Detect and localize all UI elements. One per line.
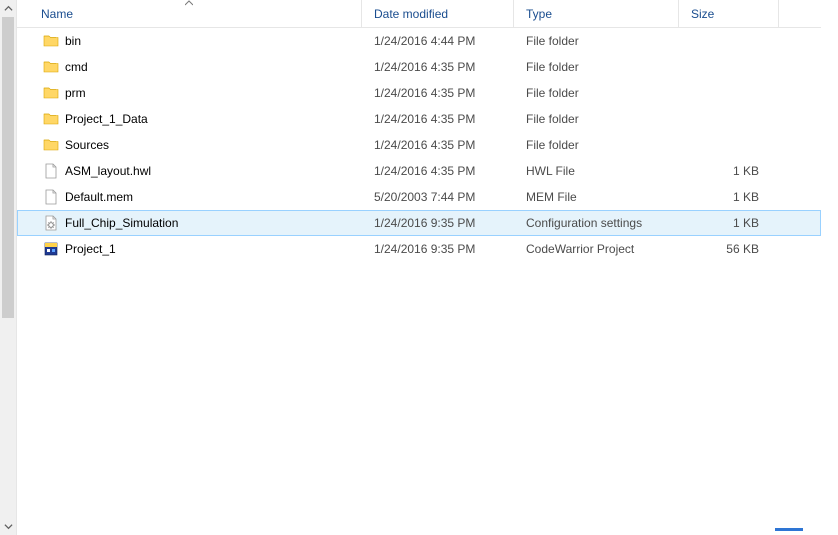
file-name-label: Project_1_Data [65, 112, 148, 126]
column-header-size-label: Size [691, 7, 714, 21]
table-row[interactable]: prm 1/24/2016 4:35 PMFile folder [17, 80, 821, 106]
file-rows: bin1/24/2016 4:44 PMFile foldercmd1/24/2… [17, 28, 821, 535]
cell-date: 1/24/2016 9:35 PM [362, 242, 514, 256]
file-icon [43, 189, 59, 205]
cell-name: Default.mem [25, 189, 362, 205]
table-row[interactable]: ASM_layout.hwl 1/24/2016 4:35 PMHWL File1… [17, 158, 821, 184]
table-row[interactable]: Full_Chip_Simulation 1/24/2016 9:35 PMCon… [17, 210, 821, 236]
file-name-label: Full_Chip_Simulation [65, 216, 178, 230]
bottom-accent-bar [775, 528, 803, 531]
column-header-type[interactable]: Type [514, 0, 679, 27]
table-row[interactable]: Project_1 1/24/2016 9:35 PMCodeWarrior Pr… [17, 236, 821, 262]
cell-name: bin [25, 33, 362, 49]
cell-type: File folder [514, 112, 679, 126]
file-icon [43, 163, 59, 179]
scroll-up-icon[interactable] [0, 0, 17, 17]
config-icon [43, 215, 59, 231]
cell-size: 1 KB [679, 190, 779, 204]
file-name-label: ASM_layout.hwl [65, 164, 151, 178]
file-name-label: Project_1 [65, 242, 116, 256]
cell-name: prm [25, 85, 362, 101]
cell-type: MEM File [514, 190, 679, 204]
file-name-label: cmd [65, 60, 88, 74]
table-row[interactable]: cmd 1/24/2016 4:35 PMFile folder [17, 54, 821, 80]
left-scrollbar[interactable] [0, 0, 17, 535]
folder-icon [43, 59, 59, 75]
cell-size: 1 KB [679, 216, 779, 230]
scrollbar-track[interactable] [0, 17, 16, 518]
folder-icon [43, 137, 59, 153]
cell-name: cmd [25, 59, 362, 75]
folder-icon [43, 85, 59, 101]
project-icon [43, 241, 59, 257]
column-header-name[interactable]: Name [17, 0, 362, 27]
cell-type: Configuration settings [514, 216, 679, 230]
cell-date: 1/24/2016 4:35 PM [362, 112, 514, 126]
table-row[interactable]: bin 1/24/2016 4:44 PMFile folder [17, 28, 821, 54]
file-explorer: Name Date modified Type Size bin 1/24/201… [0, 0, 838, 535]
cell-name: Full_Chip_Simulation [25, 215, 362, 231]
cell-date: 1/24/2016 9:35 PM [362, 216, 514, 230]
cell-date: 1/24/2016 4:44 PM [362, 34, 514, 48]
cell-name: Project_1_Data [25, 111, 362, 127]
column-header-row: Name Date modified Type Size [17, 0, 821, 28]
cell-size: 1 KB [679, 164, 779, 178]
column-header-size[interactable]: Size [679, 0, 779, 27]
cell-date: 1/24/2016 4:35 PM [362, 60, 514, 74]
scrollbar-thumb[interactable] [2, 17, 14, 318]
cell-size: 56 KB [679, 242, 779, 256]
sort-ascending-icon [185, 0, 193, 8]
file-name-label: Sources [65, 138, 109, 152]
cell-type: File folder [514, 34, 679, 48]
file-name-label: prm [65, 86, 86, 100]
cell-name: Sources [25, 137, 362, 153]
file-list-pane: Name Date modified Type Size bin 1/24/201… [17, 0, 821, 535]
cell-name: Project_1 [25, 241, 362, 257]
table-row[interactable]: Default.mem 5/20/2003 7:44 PMMEM File1 KB [17, 184, 821, 210]
column-header-name-label: Name [41, 7, 73, 21]
file-name-label: bin [65, 34, 81, 48]
cell-name: ASM_layout.hwl [25, 163, 362, 179]
table-row[interactable]: Project_1_Data 1/24/2016 4:35 PMFile fold… [17, 106, 821, 132]
cell-date: 1/24/2016 4:35 PM [362, 164, 514, 178]
file-name-label: Default.mem [65, 190, 133, 204]
right-gutter [821, 0, 838, 535]
cell-type: HWL File [514, 164, 679, 178]
cell-type: CodeWarrior Project [514, 242, 679, 256]
cell-type: File folder [514, 86, 679, 100]
cell-date: 1/24/2016 4:35 PM [362, 86, 514, 100]
folder-icon [43, 33, 59, 49]
cell-type: File folder [514, 60, 679, 74]
table-row[interactable]: Sources 1/24/2016 4:35 PMFile folder [17, 132, 821, 158]
column-header-date[interactable]: Date modified [362, 0, 514, 27]
cell-type: File folder [514, 138, 679, 152]
cell-date: 5/20/2003 7:44 PM [362, 190, 514, 204]
column-header-date-label: Date modified [374, 7, 448, 21]
column-header-type-label: Type [526, 7, 552, 21]
cell-date: 1/24/2016 4:35 PM [362, 138, 514, 152]
scroll-down-icon[interactable] [0, 518, 17, 535]
folder-icon [43, 111, 59, 127]
